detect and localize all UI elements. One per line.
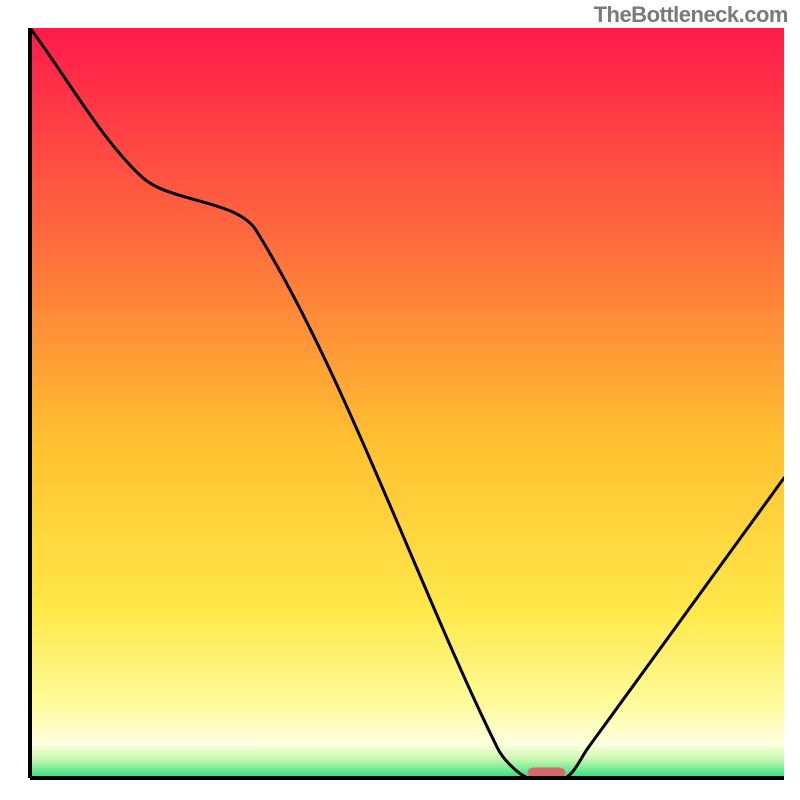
bottleneck-chart bbox=[0, 0, 800, 800]
plot-background bbox=[30, 28, 784, 778]
